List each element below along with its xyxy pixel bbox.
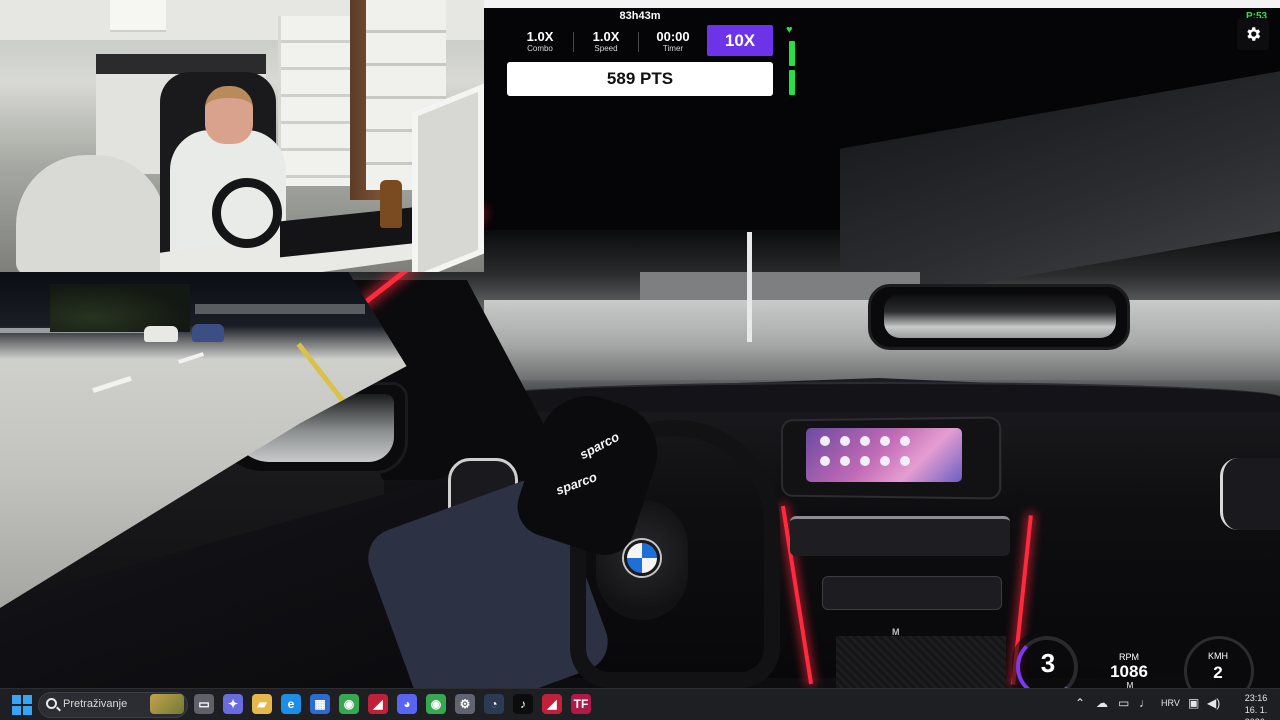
kmh-value: 2 (1213, 663, 1223, 682)
app-icon (820, 436, 830, 446)
distant-bridge (195, 304, 365, 314)
trees (50, 284, 190, 332)
ceiling-light (110, 0, 166, 32)
edge-icon[interactable]: e (281, 694, 301, 714)
windows-logo-tile (12, 695, 21, 704)
folder-icon[interactable]: ▰ (252, 694, 272, 714)
health-bar (789, 41, 795, 66)
input-language[interactable]: HRV (1161, 698, 1180, 708)
volume-icon[interactable]: ◀) (1207, 696, 1220, 710)
monitor-icon[interactable]: ▭ (1118, 696, 1129, 710)
kmh-label: KMH (1208, 651, 1228, 661)
webcam-overlay (0, 0, 484, 272)
taskbar (0, 688, 1280, 720)
speed-label: Speed (594, 44, 618, 53)
air-vent-right (1220, 458, 1280, 530)
app-icon (820, 456, 830, 466)
windows-logo-tile (23, 695, 32, 704)
timer-value: 00:00 (656, 29, 690, 44)
discord-icon[interactable]: ◕ (397, 694, 417, 714)
clock-time: 23:16 (1244, 693, 1268, 703)
top-strip (484, 0, 1280, 8)
display-icon[interactable]: ▣ (1188, 696, 1199, 710)
app-icon (900, 436, 910, 446)
points-display: 589 PTS (507, 62, 773, 96)
gear-icon[interactable]: ⚙ (455, 694, 475, 714)
microphone-icon[interactable]: ♩ (1139, 696, 1151, 710)
settings-button[interactable] (1237, 18, 1269, 50)
windows-logo-tile (12, 706, 21, 715)
copilot-icon[interactable]: ✦ (223, 694, 243, 714)
tf-icon[interactable]: TF (571, 694, 591, 714)
hud-divider (573, 32, 574, 52)
search-highlight-icon (150, 694, 184, 714)
climate-controls (822, 576, 1002, 610)
speed-value: 1.0X (592, 29, 620, 44)
heart-icon: ♥ (786, 24, 793, 36)
rpm-label: RPM (1119, 652, 1139, 662)
game-icon[interactable]: ◢ (542, 694, 562, 714)
monitor (412, 83, 484, 272)
app-icon (840, 436, 850, 446)
traffic-car (144, 326, 178, 342)
task-view-icon[interactable]: ▭ (194, 694, 214, 714)
clock-date: 16. 1. 2026. (1244, 705, 1268, 720)
onedrive-icon[interactable]: ☁ (1096, 696, 1108, 710)
screen: M sparco sparco 83h43m 1.0X Combo 1.0X S… (0, 0, 1280, 720)
search-placeholder: Pretraživanje (63, 698, 128, 710)
streamer-head (205, 86, 253, 144)
center-vents (790, 516, 1010, 556)
multiplier-badge: 10X (707, 25, 773, 56)
lane-dash (178, 352, 204, 364)
chevron-up-icon[interactable]: ⌃ (1075, 696, 1085, 710)
speed-stat: 1.0X Speed (576, 29, 636, 53)
app-icon (860, 436, 870, 446)
rpm-value: 1086 (1110, 662, 1148, 681)
charging-pad (836, 636, 1006, 688)
chrome-icon[interactable]: ◉ (339, 694, 359, 714)
app-icon (860, 456, 870, 466)
bmw-logo-icon (624, 540, 660, 576)
windows-logo-tile (23, 706, 32, 715)
gear-indicator: 3 (1040, 648, 1056, 678)
steam-icon[interactable]: ◔ (484, 694, 504, 714)
light-pole (747, 232, 752, 342)
app-icon (880, 456, 890, 466)
timer-label: Timer (662, 44, 684, 53)
chrome-icon[interactable]: ◉ (426, 694, 446, 714)
rearview-mirror-glass (884, 294, 1116, 338)
combo-label: Combo (527, 44, 553, 53)
lane-dash (92, 375, 132, 394)
game-icon[interactable]: ◢ (368, 694, 388, 714)
app-icon (880, 436, 890, 446)
health-bar (789, 70, 795, 95)
traffic-car (192, 324, 224, 342)
clock[interactable]: 23:16 16. 1. 2026. (1236, 692, 1276, 720)
timer-stat: 00:00 Timer (643, 29, 703, 53)
start-button[interactable] (12, 695, 32, 715)
hud-divider (638, 32, 639, 52)
bottle (380, 180, 402, 228)
app-icon (900, 456, 910, 466)
tiktok-icon[interactable]: ♪ (513, 694, 533, 714)
gear-icon (1247, 27, 1261, 41)
session-clock: 83h43m (619, 10, 661, 22)
combo-stat: 1.0X Combo (510, 29, 570, 53)
store-icon[interactable]: ▦ (310, 694, 330, 714)
search-icon (46, 698, 57, 709)
combo-value: 1.0X (526, 29, 554, 44)
racing-wheel (212, 178, 282, 248)
app-icon (840, 456, 850, 466)
